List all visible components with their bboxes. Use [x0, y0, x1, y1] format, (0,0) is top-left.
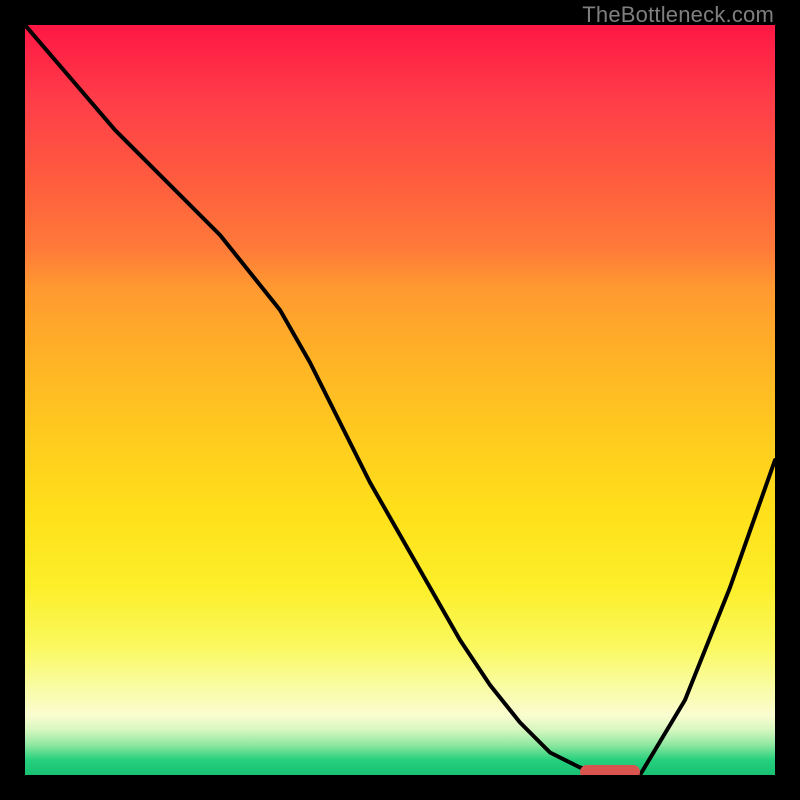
bottleneck-curve [25, 25, 775, 775]
chart-overlay [25, 25, 775, 775]
optimal-marker [580, 765, 640, 775]
chart-frame: TheBottleneck.com [0, 0, 800, 800]
watermark-text: TheBottleneck.com [582, 2, 774, 28]
plot-area [25, 25, 775, 775]
